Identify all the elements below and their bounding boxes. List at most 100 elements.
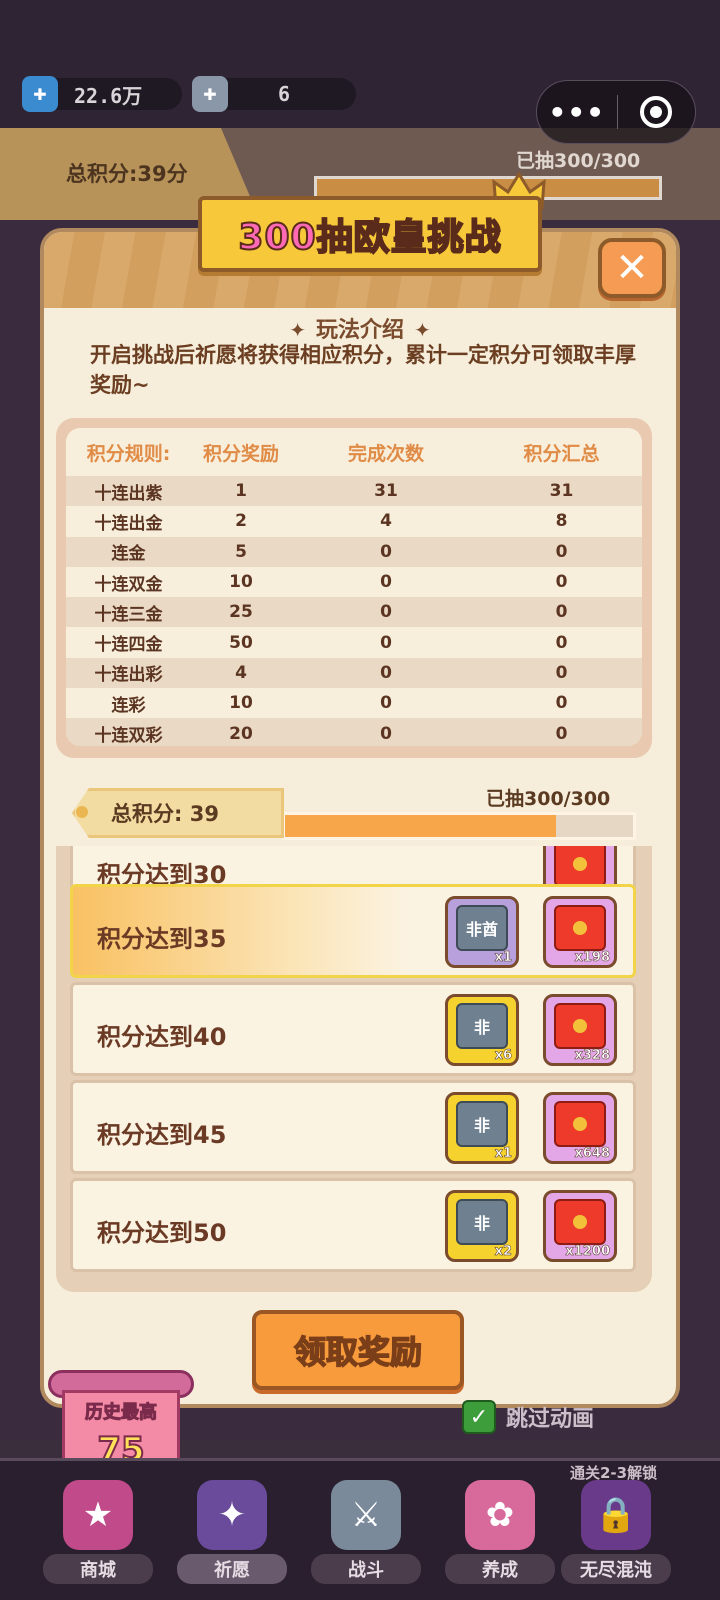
red-envelope-icon — [554, 1003, 606, 1049]
reward-count: x1 — [494, 1146, 512, 1162]
table-cell: 25 — [229, 602, 253, 623]
rules-table-header: 积分规则: 积分奖励 完成次数 积分汇总 — [66, 428, 642, 476]
red-envelope-reward[interactable]: x1200 — [543, 1190, 617, 1262]
shop-icon: ★ — [63, 1480, 133, 1550]
reward-list[interactable]: 积分达到30x98积分达到35非酋x1x198积分达到40非x6x328积分达到… — [56, 846, 652, 1292]
card-reward[interactable]: 非 x6 — [445, 994, 519, 1066]
history-best-title: 历史最高 — [85, 1402, 158, 1424]
table-cell: 0 — [380, 693, 392, 714]
nav-label: 祈愿 — [177, 1554, 287, 1584]
drawn-count: 已抽300/300 — [486, 788, 611, 810]
table-cell: 0 — [380, 602, 392, 623]
nav-label: 无尽混沌 — [561, 1554, 671, 1584]
table-cell: 5 — [235, 541, 247, 562]
card-icon: 非 — [456, 1101, 508, 1147]
modal-title-banner: 300抽欧皇挑战 — [198, 196, 542, 272]
nav-paw[interactable]: ✿ 养成 — [440, 1480, 560, 1590]
ticket-plus-icon[interactable]: ✚ — [192, 76, 228, 112]
miniprogram-capsule: ••• — [536, 80, 696, 144]
card-icon: 非酋 — [456, 905, 508, 951]
table-row: 十连出彩 4 0 0 — [66, 657, 642, 689]
reward-card[interactable]: 积分达到50 非 x2 x1200 — [70, 1178, 636, 1272]
table-cell: 2 — [235, 511, 247, 532]
table-row: 十连四金 50 0 0 — [66, 627, 642, 657]
nav-shop[interactable]: ★ 商城 — [38, 1480, 158, 1590]
card-reward[interactable]: 非 x1 — [445, 1092, 519, 1164]
nav-label: 战斗 — [311, 1554, 421, 1584]
tag-dot — [76, 806, 88, 818]
reward-threshold-label: 积分达到50 — [97, 1219, 227, 1247]
score-progress-fill — [285, 815, 557, 837]
skip-animation-toggle[interactable]: ✓ 跳过动画 — [462, 1400, 594, 1434]
table-cell: 4 — [235, 662, 247, 683]
header-count: 完成次数 — [347, 442, 424, 465]
table-cell: 十连出紫 — [94, 483, 163, 504]
tickets-value: 6 — [278, 82, 291, 106]
header-rule: 积分规则: — [86, 442, 171, 465]
reward-threshold-label: 积分达到45 — [97, 1121, 227, 1149]
nav-wish-card[interactable]: ✦ 祈愿 — [172, 1480, 292, 1590]
tickets-counter[interactable]: ✚ 6 — [192, 76, 356, 112]
red-envelope-reward[interactable]: x648 — [543, 1092, 617, 1164]
wish-card-icon: ✦ — [197, 1480, 267, 1550]
red-envelope-reward[interactable]: x328 — [543, 994, 617, 1066]
table-cell: 连金 — [111, 544, 146, 565]
table-cell: 十连双彩 — [94, 726, 163, 746]
close-miniprogram-icon[interactable] — [618, 96, 696, 128]
table-cell: 连彩 — [111, 695, 146, 716]
table-cell: 0 — [380, 541, 392, 562]
table-row: 十连出紫 1 31 31 — [66, 476, 642, 507]
red-envelope-icon — [554, 846, 606, 887]
claim-reward-button[interactable]: 领取奖励 — [252, 1310, 464, 1390]
nav-label: 养成 — [445, 1554, 555, 1584]
table-cell: 31 — [549, 481, 574, 502]
reward-count: x1200 — [565, 1244, 610, 1260]
skip-animation-label: 跳过动画 — [506, 1407, 595, 1432]
card-reward[interactable]: 非酋 x1 — [445, 896, 519, 968]
table-cell: 0 — [555, 541, 568, 562]
table-cell: 0 — [380, 723, 392, 744]
reward-count: x6 — [494, 1048, 512, 1064]
score-progress-bar — [282, 812, 636, 840]
swords-icon: ⚔ — [331, 1480, 401, 1550]
reward-threshold-label: 积分达到35 — [97, 925, 227, 953]
reward-count: x648 — [574, 1146, 610, 1162]
table-cell: 0 — [555, 723, 568, 744]
nav-lock[interactable]: 🔒 无尽混沌 — [556, 1480, 676, 1590]
card-icon: 非 — [456, 1003, 508, 1049]
reward-card[interactable]: 积分达到45 非 x1 x648 — [70, 1080, 636, 1174]
star-icon: ✦ — [414, 318, 431, 342]
modal-title: 300抽欧皇挑战 — [237, 216, 502, 259]
checkbox-checked-icon[interactable]: ✓ — [462, 1400, 496, 1434]
gems-counter[interactable]: ✚ 22.6万 — [22, 76, 182, 112]
paw-icon: ✿ — [465, 1480, 535, 1550]
table-cell: 0 — [555, 693, 568, 714]
table-cell: 十连出金 — [94, 513, 163, 534]
table-cell: 十连出彩 — [94, 665, 163, 686]
table-row: 十连三金 25 0 0 — [66, 597, 642, 628]
table-row: 连金 5 0 0 — [66, 536, 642, 567]
background-drawn-count: 已抽300/300 — [516, 150, 641, 172]
table-cell: 十连双金 — [94, 574, 163, 595]
background-total-score: 总积分:39分 — [66, 162, 188, 186]
header-reward: 积分奖励 — [202, 442, 279, 465]
gem-plus-icon[interactable]: ✚ — [22, 76, 58, 112]
gems-value: 22.6万 — [74, 83, 143, 108]
reward-count: x198 — [574, 950, 610, 966]
close-button[interactable]: ✕ — [598, 238, 666, 298]
reward-card[interactable]: 积分达到35 非酋 x1 x198 — [70, 884, 636, 978]
table-cell: 8 — [555, 511, 568, 532]
reward-threshold-label: 积分达到40 — [97, 1023, 227, 1051]
card-reward[interactable]: 非 x2 — [445, 1190, 519, 1262]
red-envelope-reward[interactable]: x198 — [543, 896, 617, 968]
reward-card[interactable]: 积分达到40 非 x6 x328 — [70, 982, 636, 1076]
table-cell: 4 — [380, 511, 392, 532]
table-cell: 0 — [380, 662, 392, 683]
nav-swords[interactable]: ⚔ 战斗 — [306, 1480, 426, 1590]
table-cell: 10 — [229, 572, 253, 593]
table-cell: 10 — [229, 693, 253, 714]
intro-text: 开启挑战后祈愿将获得相应积分，累计一定积分可领取丰厚奖励~ — [90, 343, 636, 397]
star-icon: ✦ — [289, 318, 306, 342]
table-cell: 0 — [555, 602, 568, 623]
more-menu-icon[interactable]: ••• — [537, 96, 617, 129]
